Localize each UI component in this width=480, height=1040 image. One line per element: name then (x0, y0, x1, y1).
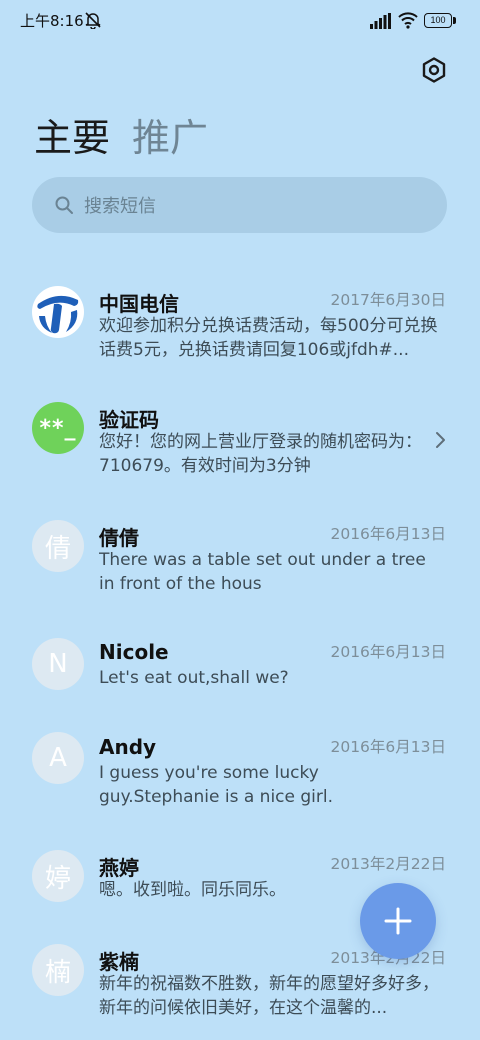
battery-icon: 100 (424, 13, 456, 28)
conversation-date: 2016年6月13日 (330, 525, 446, 543)
conversation-date: 2016年6月13日 (330, 738, 446, 756)
conversation-snippet: There was a table set out under a tree i… (99, 550, 426, 594)
conversation-date: 2013年2月22日 (330, 855, 446, 873)
search-placeholder: 搜索短信 (84, 196, 156, 217)
contact-avatar: 婷 (32, 850, 84, 902)
contact-avatar: A (32, 732, 84, 784)
chevron-right-icon (436, 432, 445, 448)
conversation-name: 验证码 (99, 408, 159, 432)
search-icon (55, 196, 73, 214)
settings-icon (422, 57, 446, 83)
conversation-item[interactable]: N Nicole 2016年6月13日 Let's eat out,shall … (0, 636, 480, 706)
conversation-item[interactable]: 中国电信 2017年6月30日 欢迎参加积分兑换话费活动，每500分可兑换话费5… (0, 280, 480, 380)
battery-level: 100 (424, 13, 452, 28)
conversation-item[interactable]: 倩 倩倩 2016年6月13日 There was a table set ou… (0, 518, 480, 608)
conversation-snippet: Let's eat out,shall we? (99, 668, 289, 688)
tab-promotions[interactable]: 推广 (132, 112, 208, 164)
conversation-name: 紫楠 (99, 950, 139, 974)
battery-tip (453, 17, 456, 24)
plus-icon (384, 907, 412, 935)
verification-code-avatar: **_ (32, 402, 84, 454)
china-telecom-logo (32, 286, 84, 338)
tab-primary[interactable]: 主要 (34, 112, 110, 164)
conversation-name: 燕婷 (99, 856, 139, 880)
mute-icon (85, 12, 101, 29)
conversation-snippet: 新年的祝福数不胜数，新年的愿望好多好多，新年的问候依旧美好，在这个温馨的... (99, 974, 439, 1018)
status-bar: 上午8:16 100 (0, 0, 480, 40)
conversation-date: 2016年6月13日 (330, 643, 446, 661)
conversation-name: 中国电信 (99, 292, 179, 316)
china-telecom-logo-mark (33, 287, 83, 337)
contact-avatar: 楠 (32, 944, 84, 996)
settings-button[interactable] (414, 50, 454, 90)
search-input[interactable]: 搜索短信 (32, 177, 447, 233)
tab-bar: 主要 推广 (34, 112, 208, 164)
conversation-name: Andy (99, 735, 157, 759)
signal-icon (370, 13, 391, 29)
wifi-icon (398, 12, 418, 29)
conversation-name: 倩倩 (99, 526, 139, 550)
conversation-item[interactable]: **_ 验证码 您好！您的网上营业厅登录的随机密码为：710679。有效时间为3… (0, 400, 480, 490)
conversation-item[interactable]: A Andy 2016年6月13日 I guess you're some lu… (0, 732, 480, 822)
conversation-date: 2017年6月30日 (330, 291, 446, 309)
conversation-item[interactable]: 楠 紫楠 2013年2月22日 新年的祝福数不胜数，新年的愿望好多好多，新年的问… (0, 944, 480, 1040)
messages-screen: 上午8:16 100 主要 推广 搜索短信 中国电信 2017年6月30日 欢迎… (0, 0, 480, 1040)
conversation-snippet: 欢迎参加积分兑换话费活动，每500分可兑换话费5元，兑换话费请回复106或jfd… (99, 316, 438, 360)
conversation-snippet: I guess you're some lucky guy.Stephanie … (99, 763, 334, 807)
conversation-name: Nicole (99, 640, 169, 664)
contact-avatar: N (32, 638, 84, 690)
contact-avatar: 倩 (32, 520, 84, 572)
status-time: 上午8:16 (20, 12, 84, 30)
conversation-snippet: 您好！您的网上营业厅登录的随机密码为：710679。有效时间为3分钟 (99, 432, 422, 476)
new-message-button[interactable] (360, 883, 436, 959)
